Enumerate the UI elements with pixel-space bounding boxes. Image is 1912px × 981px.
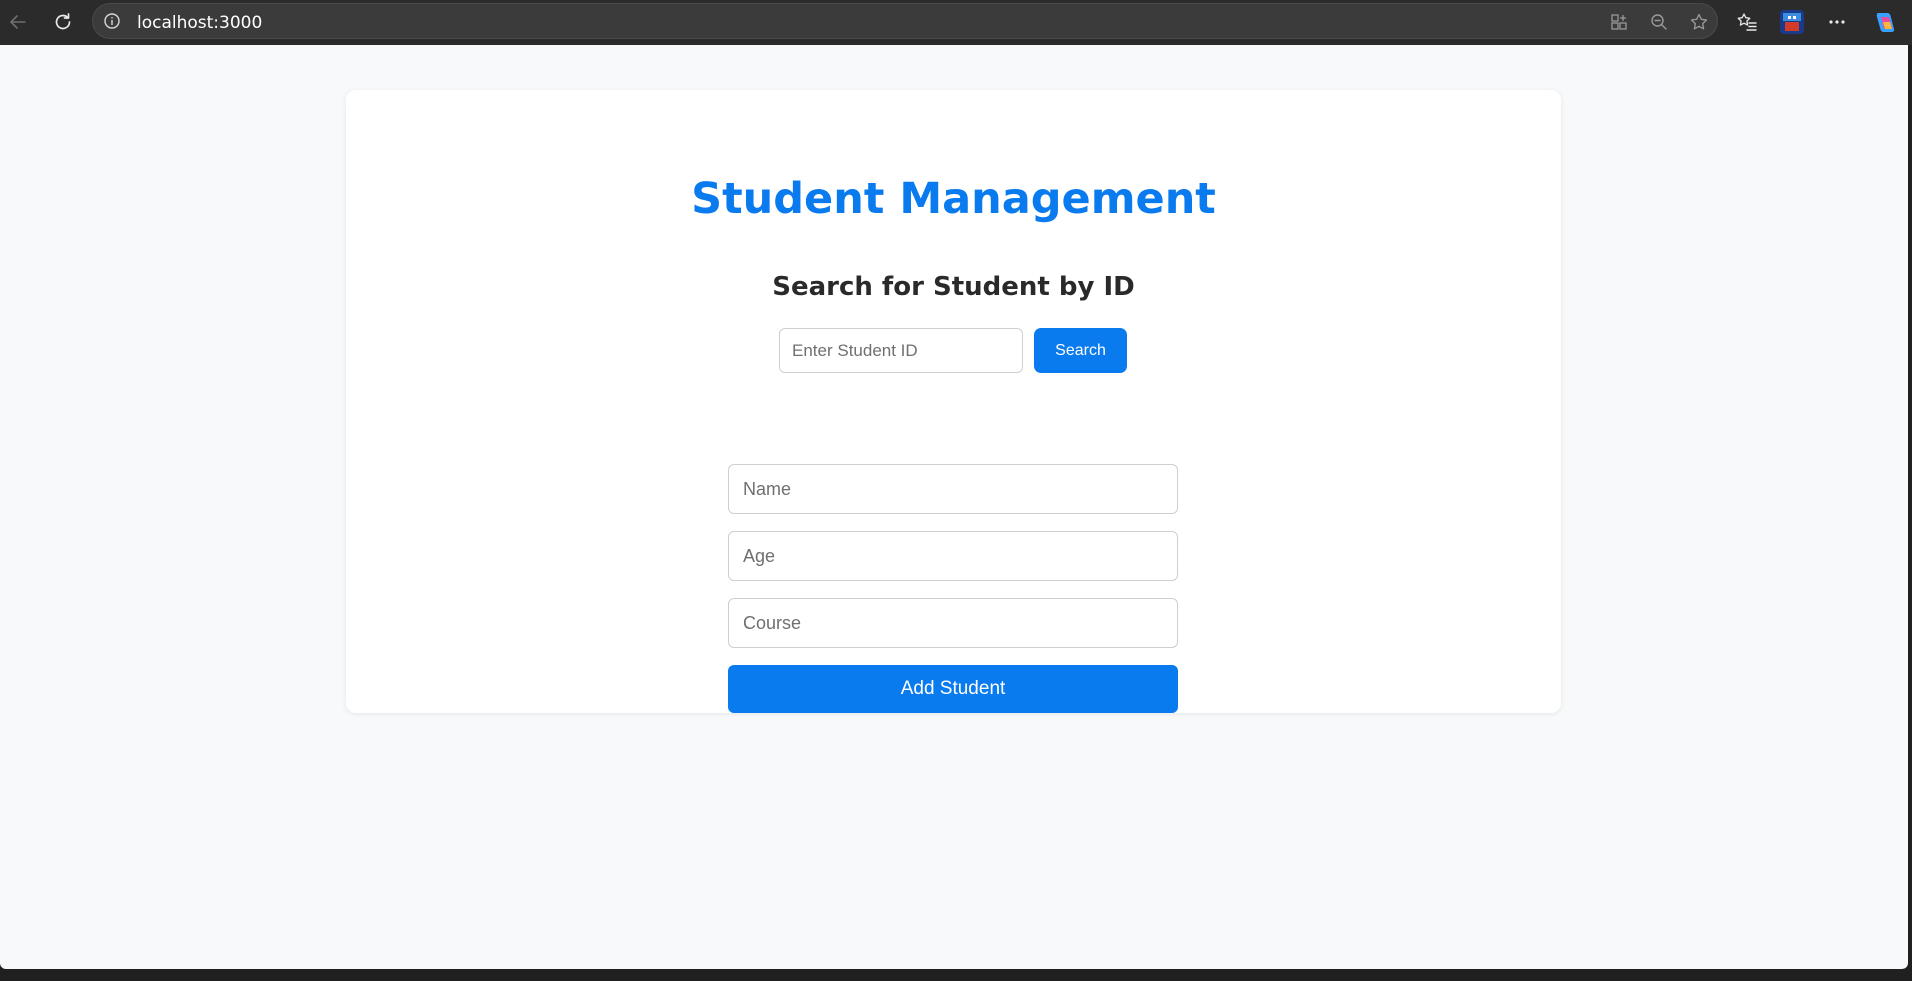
favorites-list-icon[interactable] — [1733, 8, 1761, 36]
copilot-icon[interactable] — [1871, 8, 1899, 36]
search-button[interactable]: Search — [1034, 328, 1127, 373]
add-student-button[interactable]: Add Student — [728, 665, 1178, 713]
profile-avatar-icon[interactable] — [1778, 8, 1806, 36]
favorite-star-icon[interactable] — [1687, 10, 1711, 34]
course-field[interactable] — [728, 598, 1178, 648]
page-title: Student Management — [691, 174, 1216, 224]
url-text[interactable]: localhost:3000 — [137, 13, 262, 33]
browser-toolbar: localhost:3000 — [0, 0, 1912, 45]
search-heading: Search for Student by ID — [772, 272, 1135, 302]
back-arrow-icon[interactable] — [4, 8, 32, 36]
student-management-card: Student Management Search for Student by… — [346, 90, 1561, 713]
more-options-icon[interactable] — [1823, 8, 1851, 36]
app-grid-icon[interactable] — [1607, 10, 1631, 34]
address-bar[interactable]: localhost:3000 — [92, 3, 1718, 39]
age-field[interactable] — [728, 531, 1178, 581]
student-id-search-input[interactable] — [779, 328, 1023, 373]
zoom-out-icon[interactable] — [1647, 10, 1671, 34]
name-field[interactable] — [728, 464, 1178, 514]
info-icon[interactable] — [103, 12, 121, 30]
window-bottom-edge — [0, 969, 1912, 981]
page-viewport: Student Management Search for Student by… — [0, 45, 1908, 969]
refresh-icon[interactable] — [49, 8, 77, 36]
